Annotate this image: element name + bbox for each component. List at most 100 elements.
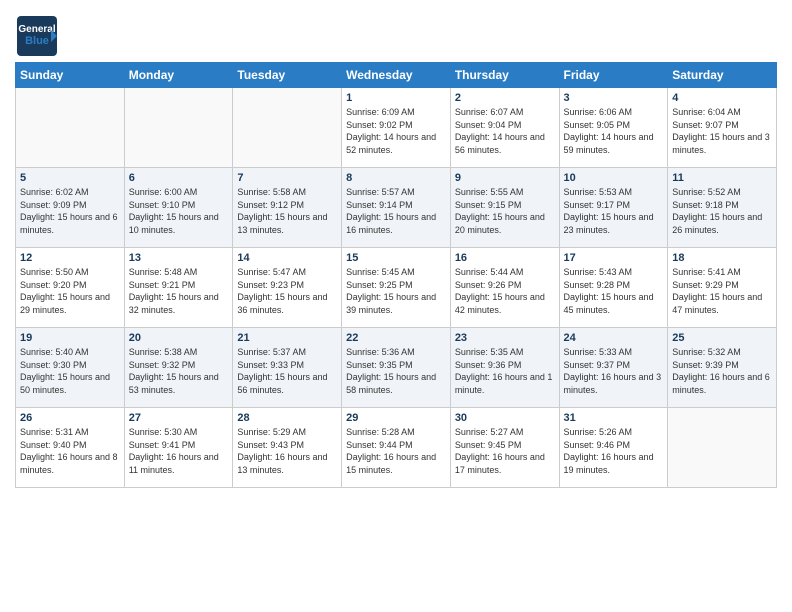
day-info: Sunrise: 5:29 AMSunset: 9:43 PMDaylight:… <box>237 426 337 476</box>
day-info: Sunrise: 5:52 AMSunset: 9:18 PMDaylight:… <box>672 186 772 236</box>
day-info: Sunrise: 6:07 AMSunset: 9:04 PMDaylight:… <box>455 106 555 156</box>
day-number: 21 <box>237 332 337 344</box>
calendar-cell: 2 Sunrise: 6:07 AMSunset: 9:04 PMDaylight… <box>450 88 559 168</box>
day-info: Sunrise: 5:44 AMSunset: 9:26 PMDaylight:… <box>455 266 555 316</box>
calendar-cell: 8Sunrise: 5:57 AMSunset: 9:14 PMDaylight… <box>342 168 451 248</box>
calendar-cell: 3 Sunrise: 6:06 AMSunset: 9:05 PMDaylight… <box>559 88 668 168</box>
calendar-cell: 24 Sunrise: 5:33 AMSunset: 9:37 PMDayligh… <box>559 328 668 408</box>
day-number: 3 <box>564 92 664 104</box>
calendar-cell <box>124 88 233 168</box>
calendar-cell <box>668 408 777 488</box>
weekday-header-saturday: Saturday <box>668 63 777 88</box>
calendar-cell: 26 Sunrise: 5:31 AMSunset: 9:40 PMDayligh… <box>16 408 125 488</box>
calendar-cell: 10 Sunrise: 5:53 AMSunset: 9:17 PMDayligh… <box>559 168 668 248</box>
day-number: 2 <box>455 92 555 104</box>
calendar-cell: 28 Sunrise: 5:29 AMSunset: 9:43 PMDayligh… <box>233 408 342 488</box>
calendar-week-2: 5 Sunrise: 6:02 AMSunset: 9:09 PMDaylight… <box>16 168 777 248</box>
calendar-cell: 19Sunrise: 5:40 AMSunset: 9:30 PMDayligh… <box>16 328 125 408</box>
weekday-row: SundayMondayTuesdayWednesdayThursdayFrid… <box>16 63 777 88</box>
calendar-cell: 22 Sunrise: 5:36 AMSunset: 9:35 PMDayligh… <box>342 328 451 408</box>
weekday-header-thursday: Thursday <box>450 63 559 88</box>
day-info: Sunrise: 5:31 AMSunset: 9:40 PMDaylight:… <box>20 426 120 476</box>
calendar-week-1: 1 Sunrise: 6:09 AMSunset: 9:02 PMDaylight… <box>16 88 777 168</box>
day-number: 31 <box>564 412 664 424</box>
day-number: 22 <box>346 332 446 344</box>
day-number: 12 <box>20 252 120 264</box>
calendar-cell: 31 Sunrise: 5:26 AMSunset: 9:46 PMDayligh… <box>559 408 668 488</box>
day-info: Sunrise: 6:04 AMSunset: 9:07 PMDaylight:… <box>672 106 772 156</box>
day-info: Sunrise: 5:32 AMSunset: 9:39 PMDaylight:… <box>672 346 772 396</box>
weekday-header-sunday: Sunday <box>16 63 125 88</box>
day-info: Sunrise: 5:53 AMSunset: 9:17 PMDaylight:… <box>564 186 664 236</box>
day-info: Sunrise: 5:27 AMSunset: 9:45 PMDaylight:… <box>455 426 555 476</box>
day-number: 1 <box>346 92 446 104</box>
day-number: 20 <box>129 332 229 344</box>
day-number: 8 <box>346 172 446 184</box>
logo-icon: General Blue <box>15 14 59 58</box>
day-number: 30 <box>455 412 555 424</box>
calendar-cell: 14 Sunrise: 5:47 AMSunset: 9:23 PMDayligh… <box>233 248 342 328</box>
day-info: Sunrise: 5:26 AMSunset: 9:46 PMDaylight:… <box>564 426 664 476</box>
day-number: 14 <box>237 252 337 264</box>
day-info: Sunrise: 6:02 AMSunset: 9:09 PMDaylight:… <box>20 186 120 236</box>
day-number: 29 <box>346 412 446 424</box>
day-info: Sunrise: 5:36 AMSunset: 9:35 PMDaylight:… <box>346 346 446 396</box>
calendar-cell: 4 Sunrise: 6:04 AMSunset: 9:07 PMDaylight… <box>668 88 777 168</box>
calendar-cell: 30 Sunrise: 5:27 AMSunset: 9:45 PMDayligh… <box>450 408 559 488</box>
day-number: 15 <box>346 252 446 264</box>
calendar-body: 1 Sunrise: 6:09 AMSunset: 9:02 PMDaylight… <box>16 88 777 488</box>
calendar-cell: 29 Sunrise: 5:28 AMSunset: 9:44 PMDayligh… <box>342 408 451 488</box>
calendar-cell: 12 Sunrise: 5:50 AMSunset: 9:20 PMDayligh… <box>16 248 125 328</box>
day-number: 6 <box>129 172 229 184</box>
day-number: 23 <box>455 332 555 344</box>
calendar-cell: 7Sunrise: 5:58 AMSunset: 9:12 PMDaylight… <box>233 168 342 248</box>
calendar-cell: 20 Sunrise: 5:38 AMSunset: 9:32 PMDayligh… <box>124 328 233 408</box>
day-info: Sunrise: 5:55 AMSunset: 9:15 PMDaylight:… <box>455 186 555 236</box>
day-number: 26 <box>20 412 120 424</box>
calendar-cell: 13 Sunrise: 5:48 AMSunset: 9:21 PMDayligh… <box>124 248 233 328</box>
calendar-cell: 17 Sunrise: 5:43 AMSunset: 9:28 PMDayligh… <box>559 248 668 328</box>
calendar-week-4: 19Sunrise: 5:40 AMSunset: 9:30 PMDayligh… <box>16 328 777 408</box>
weekday-header-monday: Monday <box>124 63 233 88</box>
calendar-cell <box>233 88 342 168</box>
calendar-week-3: 12 Sunrise: 5:50 AMSunset: 9:20 PMDayligh… <box>16 248 777 328</box>
calendar-cell: 25 Sunrise: 5:32 AMSunset: 9:39 PMDayligh… <box>668 328 777 408</box>
svg-text:Blue: Blue <box>25 35 49 47</box>
day-info: Sunrise: 5:48 AMSunset: 9:21 PMDaylight:… <box>129 266 229 316</box>
day-number: 7 <box>237 172 337 184</box>
calendar-cell: 18Sunrise: 5:41 AMSunset: 9:29 PMDayligh… <box>668 248 777 328</box>
day-info: Sunrise: 5:30 AMSunset: 9:41 PMDaylight:… <box>129 426 229 476</box>
day-number: 16 <box>455 252 555 264</box>
day-number: 25 <box>672 332 772 344</box>
calendar-cell: 6Sunrise: 6:00 AMSunset: 9:10 PMDaylight… <box>124 168 233 248</box>
day-number: 9 <box>455 172 555 184</box>
day-info: Sunrise: 5:45 AMSunset: 9:25 PMDaylight:… <box>346 266 446 316</box>
day-info: Sunrise: 5:40 AMSunset: 9:30 PMDaylight:… <box>20 346 120 396</box>
weekday-header-wednesday: Wednesday <box>342 63 451 88</box>
day-info: Sunrise: 5:35 AMSunset: 9:36 PMDaylight:… <box>455 346 555 396</box>
day-info: Sunrise: 5:37 AMSunset: 9:33 PMDaylight:… <box>237 346 337 396</box>
day-info: Sunrise: 6:09 AMSunset: 9:02 PMDaylight:… <box>346 106 446 156</box>
calendar-cell: 1 Sunrise: 6:09 AMSunset: 9:02 PMDaylight… <box>342 88 451 168</box>
header: General Blue <box>15 10 777 58</box>
weekday-header-tuesday: Tuesday <box>233 63 342 88</box>
day-info: Sunrise: 5:50 AMSunset: 9:20 PMDaylight:… <box>20 266 120 316</box>
day-number: 10 <box>564 172 664 184</box>
day-info: Sunrise: 5:33 AMSunset: 9:37 PMDaylight:… <box>564 346 664 396</box>
day-number: 17 <box>564 252 664 264</box>
day-info: Sunrise: 5:43 AMSunset: 9:28 PMDaylight:… <box>564 266 664 316</box>
day-number: 28 <box>237 412 337 424</box>
logo: General Blue <box>15 14 59 58</box>
calendar-week-5: 26 Sunrise: 5:31 AMSunset: 9:40 PMDayligh… <box>16 408 777 488</box>
day-info: Sunrise: 6:06 AMSunset: 9:05 PMDaylight:… <box>564 106 664 156</box>
day-info: Sunrise: 5:38 AMSunset: 9:32 PMDaylight:… <box>129 346 229 396</box>
day-info: Sunrise: 5:28 AMSunset: 9:44 PMDaylight:… <box>346 426 446 476</box>
day-info: Sunrise: 5:47 AMSunset: 9:23 PMDaylight:… <box>237 266 337 316</box>
day-number: 4 <box>672 92 772 104</box>
day-number: 5 <box>20 172 120 184</box>
day-number: 13 <box>129 252 229 264</box>
day-number: 24 <box>564 332 664 344</box>
calendar-table: SundayMondayTuesdayWednesdayThursdayFrid… <box>15 62 777 488</box>
weekday-header-friday: Friday <box>559 63 668 88</box>
day-number: 18 <box>672 252 772 264</box>
